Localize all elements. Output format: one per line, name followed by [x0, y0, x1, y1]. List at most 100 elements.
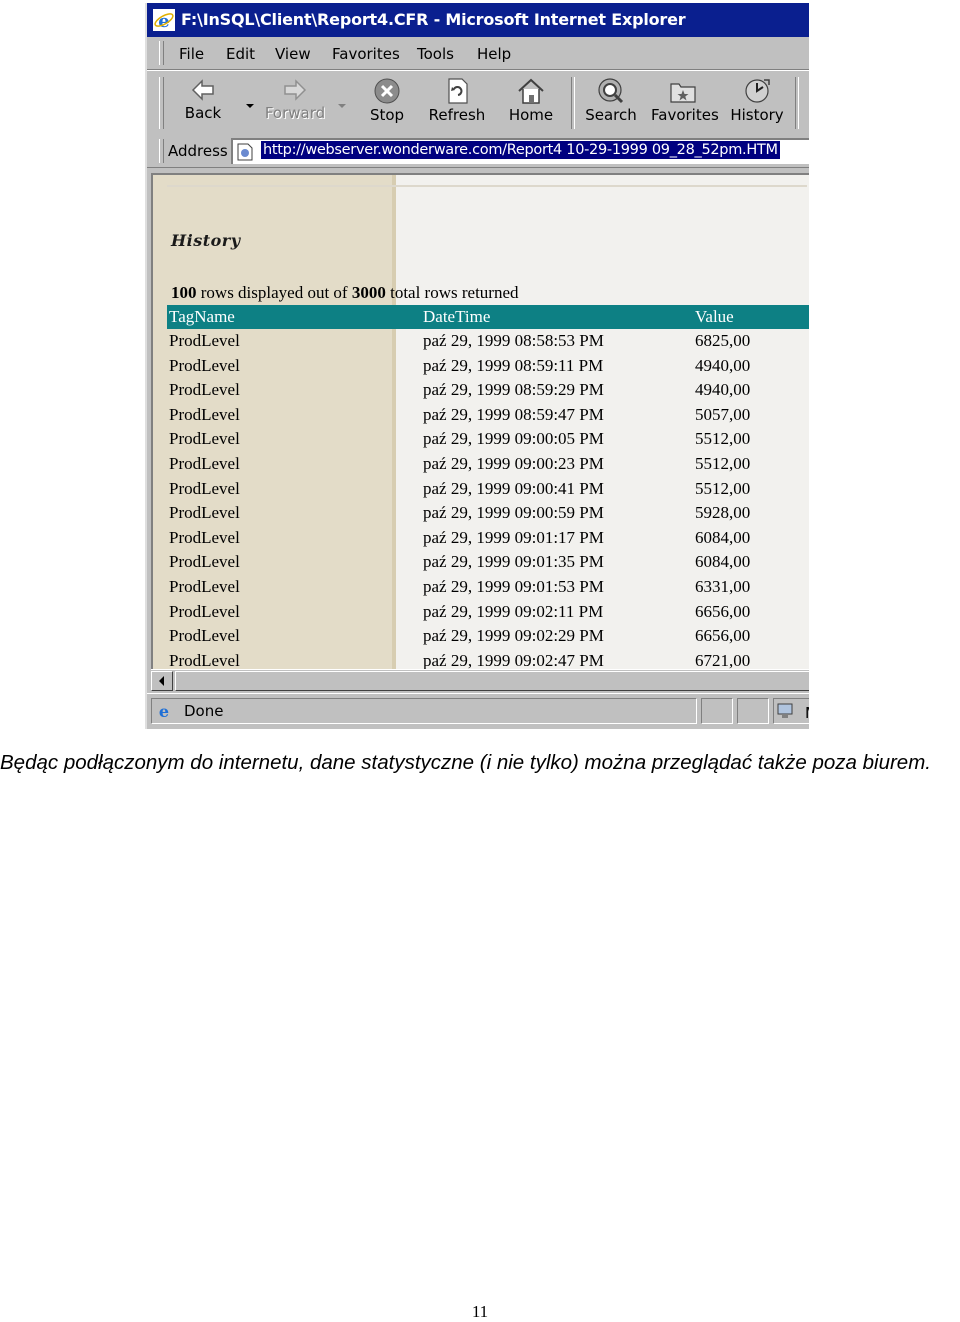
toolbar-separator [795, 77, 799, 129]
forward-button[interactable]: Forward [263, 75, 327, 131]
cell-value: 6656,00 [695, 601, 751, 621]
address-bar-grip [159, 139, 164, 163]
status-text: Done [184, 702, 224, 720]
table-header: TagName DateTime Value [167, 305, 809, 329]
caption: Będąc podłączonym do internetu, dane sta… [0, 751, 931, 774]
horizontal-scrollbar[interactable] [151, 669, 809, 692]
back-arrow-icon [191, 79, 214, 101]
menu-bar-grip [159, 41, 164, 65]
report-title: History [171, 231, 241, 250]
cell-value: 4940,00 [695, 355, 751, 375]
cell-tagname: ProdLevel [169, 527, 240, 547]
back-button[interactable]: Back [171, 75, 235, 131]
search-globe-icon [598, 78, 624, 104]
page-number: 11 [471, 1302, 489, 1321]
cell-datetime: paź 29, 1999 08:59:11 PM [423, 355, 604, 375]
forward-arrow-icon [284, 79, 307, 101]
table-row: ProdLevel paź 29, 1999 09:01:53 PM 6331,00 [167, 575, 807, 600]
cell-value: 4940,00 [695, 380, 751, 400]
history-label: History [730, 106, 784, 124]
horizontal-rule [167, 185, 807, 187]
table-row: ProdLevel paź 29, 1999 09:02:29 PM 6656,00 [167, 624, 807, 649]
table-body: ProdLevel paź 29, 1999 08:58:53 PM 6825,00… [167, 329, 807, 669]
toolbar-separator [571, 77, 575, 129]
refresh-button[interactable]: Refresh [425, 75, 489, 131]
status-cell-1 [701, 698, 733, 724]
status-bar: e Done M [147, 693, 809, 729]
menu-help[interactable]: Help [477, 45, 511, 63]
column-header-datetime: DateTime [423, 307, 491, 326]
cell-tagname: ProdLevel [169, 601, 240, 621]
cell-datetime: paź 29, 1999 09:00:23 PM [423, 453, 604, 473]
cell-value: 5057,00 [695, 404, 751, 424]
cell-value: 5512,00 [695, 453, 751, 473]
menu-edit[interactable]: Edit [226, 45, 255, 63]
menu-view[interactable]: View [275, 45, 311, 63]
search-button[interactable]: Search [579, 75, 643, 131]
cell-datetime: paź 29, 1999 09:00:59 PM [423, 503, 604, 523]
cell-value: 5512,00 [695, 478, 751, 498]
status-zone-cell [773, 698, 809, 724]
scrollbar-thumb[interactable] [175, 671, 809, 691]
status-main-panel: e Done [151, 698, 697, 724]
table-row: ProdLevel paź 29, 1999 08:59:47 PM 5057,00 [167, 403, 807, 428]
cell-tagname: ProdLevel [169, 503, 240, 523]
menu-tools[interactable]: Tools [417, 45, 454, 63]
menu-favorites[interactable]: Favorites [332, 45, 400, 63]
zone-text: M [805, 704, 809, 722]
cell-datetime: paź 29, 1999 09:00:05 PM [423, 429, 604, 449]
cell-value: 6331,00 [695, 576, 751, 596]
cell-tagname: ProdLevel [169, 478, 240, 498]
cell-tagname: ProdLevel [169, 355, 240, 375]
stop-label: Stop [369, 106, 405, 124]
stop-icon [374, 78, 400, 104]
cell-value: 6656,00 [695, 626, 751, 646]
browser-window-screenshot: e F:\InSQL\Client\Report4.CFR - Microsof… [145, 3, 809, 729]
forward-label: Forward [264, 104, 326, 122]
column-header-value: Value [695, 307, 734, 326]
table-row: ProdLevel paź 29, 1999 09:00:05 PM 5512,00 [167, 427, 807, 452]
rows-summary-text2: total rows returned [385, 283, 519, 302]
menu-file[interactable]: File [179, 45, 204, 63]
history-button[interactable]: History [725, 75, 789, 131]
table-row: ProdLevel paź 29, 1999 09:00:59 PM 5928,00 [167, 501, 807, 526]
cell-tagname: ProdLevel [169, 626, 240, 646]
table-row: ProdLevel paź 29, 1999 09:01:17 PM 6084,00 [167, 526, 807, 551]
cell-datetime: paź 29, 1999 09:02:29 PM [423, 626, 604, 646]
cell-tagname: ProdLevel [169, 380, 240, 400]
cell-tagname: ProdLevel [169, 429, 240, 449]
table-row: ProdLevel paź 29, 1999 09:00:41 PM 5512,00 [167, 477, 807, 502]
table-row: ProdLevel paź 29, 1999 08:59:11 PM 4940,00 [167, 354, 807, 379]
scroll-left-button[interactable] [151, 671, 173, 691]
forward-dropdown-icon[interactable] [337, 101, 347, 111]
cell-datetime: paź 29, 1999 09:01:17 PM [423, 527, 604, 547]
cell-value: 6721,00 [695, 650, 751, 669]
rows-summary: 100 rows displayed out of 3000 total row… [171, 283, 519, 303]
rows-total-count: 3000 [351, 283, 386, 302]
cell-datetime: paź 29, 1999 09:00:41 PM [423, 478, 604, 498]
back-dropdown-icon[interactable] [245, 101, 255, 111]
cell-value: 5928,00 [695, 503, 751, 523]
back-label: Back [184, 104, 222, 122]
status-cell-2 [737, 698, 769, 724]
stop-button[interactable]: Stop [355, 75, 419, 131]
cell-datetime: paź 29, 1999 08:59:29 PM [423, 380, 604, 400]
favorites-button[interactable]: Favorites [651, 75, 719, 131]
favorites-folder-icon [670, 83, 696, 103]
refresh-label: Refresh [428, 106, 486, 124]
toolbar-grip [159, 77, 164, 129]
address-label: Address [168, 142, 228, 160]
column-header-tagname: TagName [169, 307, 235, 326]
scroll-left-arrow-icon [159, 676, 164, 686]
cell-datetime: paź 29, 1999 09:01:35 PM [423, 552, 604, 572]
search-label: Search [585, 106, 637, 124]
rows-displayed-count: 100 [171, 283, 197, 302]
address-bar: Address http://webserver.wonderware.com/… [147, 135, 809, 168]
home-button[interactable]: Home [499, 75, 563, 131]
home-label: Home [508, 106, 554, 124]
cell-datetime: paź 29, 1999 09:02:11 PM [423, 601, 604, 621]
table-row: ProdLevel paź 29, 1999 09:02:47 PM 6721,00 [167, 649, 807, 669]
address-url[interactable]: http://webserver.wonderware.com/Report4 … [261, 141, 780, 159]
standard-toolbar: Back Forward Stop Refresh Home Search Fa… [147, 70, 809, 136]
table-row: ProdLevel paź 29, 1999 09:01:35 PM 6084,00 [167, 550, 807, 575]
